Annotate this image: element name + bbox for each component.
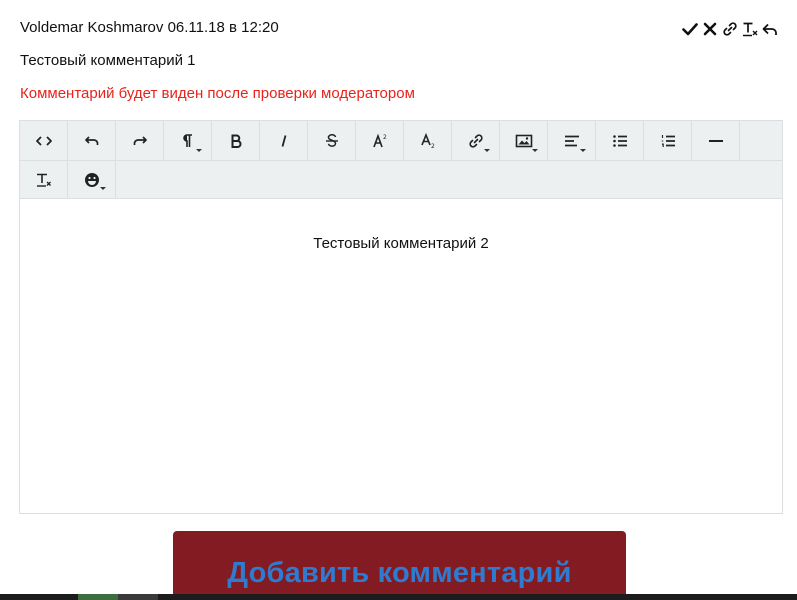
- toolbar-row-1: 2 2: [20, 121, 782, 160]
- strikethrough-icon: [325, 133, 338, 147]
- italic-icon: [281, 134, 286, 147]
- check-icon: [682, 23, 698, 36]
- paragraph-format-button[interactable]: [164, 121, 212, 160]
- undo-icon: [84, 135, 98, 145]
- strikethrough-button[interactable]: [308, 121, 356, 160]
- taskbar-item[interactable]: [118, 594, 158, 600]
- align-left-icon: [564, 135, 579, 146]
- close-icon: [703, 22, 717, 36]
- code-view-button[interactable]: [20, 121, 68, 160]
- dropdown-caret-icon: [100, 187, 106, 190]
- code-icon: [35, 135, 52, 146]
- toolbar-row-2: [20, 160, 782, 198]
- horizontal-rule-button[interactable]: [692, 121, 740, 160]
- dropdown-caret-icon: [580, 149, 586, 152]
- link-icon: [723, 22, 737, 36]
- reply-icon: [762, 23, 777, 35]
- bold-icon: [231, 134, 241, 148]
- subscript-icon: 2: [420, 132, 435, 150]
- unordered-list-button[interactable]: [596, 121, 644, 160]
- superscript-icon: 2: [372, 133, 387, 147]
- moderation-note: Комментарий будет виден после проверки м…: [20, 85, 415, 102]
- clear-format-button[interactable]: [742, 20, 758, 38]
- editor-content-area[interactable]: Тестовый комментарий 2: [20, 199, 782, 252]
- clear-format-icon: [743, 22, 758, 37]
- comment-editor: 2 2 Тестовый комментарий 2: [19, 120, 783, 514]
- redo-button[interactable]: [116, 121, 164, 160]
- link-button[interactable]: [722, 20, 738, 38]
- image-icon: [515, 134, 532, 147]
- superscript-button[interactable]: 2: [356, 121, 404, 160]
- approve-button[interactable]: [682, 20, 698, 38]
- ordered-list-button[interactable]: [644, 121, 692, 160]
- delete-button[interactable]: [702, 20, 718, 38]
- editor-text[interactable]: Тестовый комментарий 2: [20, 235, 782, 252]
- dropdown-caret-icon: [484, 149, 490, 152]
- italic-button[interactable]: [260, 121, 308, 160]
- emoji-icon: [84, 172, 99, 187]
- comment-text: Тестовый комментарий 1: [20, 52, 196, 69]
- redo-icon: [133, 135, 147, 145]
- clear-formatting-button[interactable]: [20, 161, 68, 198]
- comment-header: Voldemar Koshmarov 06.11.18 в 12:20: [20, 19, 279, 36]
- editor-toolbar: 2 2: [20, 121, 782, 199]
- bullet-list-icon: [612, 134, 627, 147]
- undo-button[interactable]: [68, 121, 116, 160]
- paragraph-icon: [182, 133, 192, 147]
- numbered-list-icon: [661, 134, 675, 147]
- taskbar-item[interactable]: [78, 594, 118, 600]
- taskbar: [0, 594, 797, 600]
- emoticons-button[interactable]: [68, 161, 116, 198]
- insert-link-button[interactable]: [452, 121, 500, 160]
- align-button[interactable]: [548, 121, 596, 160]
- bold-button[interactable]: [212, 121, 260, 160]
- clear-format-icon: [36, 173, 51, 187]
- dropdown-caret-icon: [196, 149, 202, 152]
- horizontal-rule-icon: [708, 139, 723, 142]
- dropdown-caret-icon: [532, 149, 538, 152]
- svg-text:2: 2: [383, 134, 387, 141]
- link-icon: [468, 133, 483, 148]
- svg-text:2: 2: [431, 143, 435, 150]
- comment-actions: [682, 20, 778, 38]
- subscript-button[interactable]: 2: [404, 121, 452, 160]
- reply-button[interactable]: [762, 20, 778, 38]
- insert-image-button[interactable]: [500, 121, 548, 160]
- add-comment-button[interactable]: Добавить комментарий: [173, 531, 626, 600]
